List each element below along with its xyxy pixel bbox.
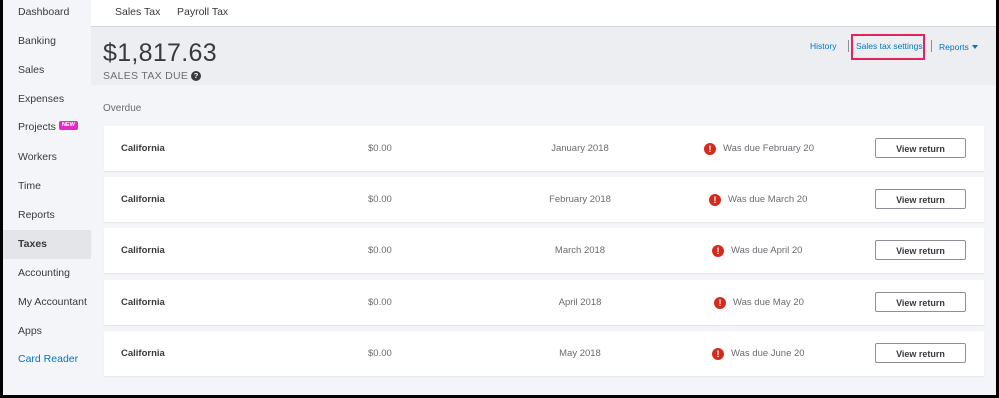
table-row: California $0.00 February 2018 ! Was due … xyxy=(104,177,984,222)
alert-icon: ! xyxy=(704,142,716,155)
sales-tax-due-label-row: SALES TAX DUE? xyxy=(103,70,202,82)
tab-sales-tax[interactable]: Sales Tax xyxy=(115,0,160,26)
alert-icon: ! xyxy=(714,296,726,309)
sidebar-item-label: Apps xyxy=(18,325,42,337)
sidebar-item-taxes[interactable]: Taxes xyxy=(3,230,91,259)
sidebar-item-label: Reports xyxy=(18,209,55,221)
sidebar-item-label: Banking xyxy=(18,35,56,47)
sales-tax-settings-link[interactable]: Sales tax settings xyxy=(856,41,923,51)
sidebar-item-label: Projects xyxy=(18,121,56,133)
sidebar-item-time[interactable]: Time xyxy=(3,172,91,201)
agency-name: California xyxy=(121,348,165,359)
alert-icon: ! xyxy=(709,193,721,206)
tax-period: February 2018 xyxy=(549,194,611,205)
link-divider xyxy=(931,40,932,52)
due-status: ! Was due April 20 xyxy=(712,228,802,273)
agency-name: California xyxy=(121,245,165,256)
app-window: Dashboard Banking Sales Expenses Project… xyxy=(3,0,996,395)
sidebar-item-label: Taxes xyxy=(18,238,47,250)
due-status-text: Was due May 20 xyxy=(733,297,804,308)
sidebar-item-projects[interactable]: Projects NEW xyxy=(3,113,91,142)
sidebar-item-workers[interactable]: Workers xyxy=(3,143,91,172)
amount-value: $0.00 xyxy=(368,194,392,205)
sidebar-item-label: Workers xyxy=(18,151,57,163)
sidebar-item-label: Time xyxy=(18,180,41,192)
due-status-text: Was due February 20 xyxy=(723,143,814,154)
tab-bar: Sales Tax Payroll Tax xyxy=(91,0,996,27)
tax-period: May 2018 xyxy=(559,348,601,359)
table-row: California $0.00 April 2018 ! Was due May… xyxy=(104,280,984,325)
sidebar-item-label: Card Reader xyxy=(18,353,79,365)
agency-name: California xyxy=(121,143,165,154)
sidebar-item-card-reader[interactable]: Card Reader xyxy=(3,345,91,374)
view-return-button[interactable]: View return xyxy=(875,189,966,209)
sidebar-item-my-accountant[interactable]: My Accountant xyxy=(3,288,91,317)
tab-payroll-tax[interactable]: Payroll Tax xyxy=(177,0,228,26)
view-return-button[interactable]: View return xyxy=(875,292,966,312)
due-status: ! Was due March 20 xyxy=(709,177,807,222)
sidebar-item-label: Accounting xyxy=(18,267,70,279)
due-status-text: Was due March 20 xyxy=(728,194,808,205)
sidebar-item-label: My Accountant xyxy=(18,296,87,308)
view-return-button[interactable]: View return xyxy=(875,343,966,363)
sales-tax-due-amount: $1,817.63 xyxy=(103,39,217,67)
alert-icon: ! xyxy=(712,244,724,257)
sidebar-item-apps[interactable]: Apps xyxy=(3,317,91,346)
amount-value: $0.00 xyxy=(368,297,392,308)
tax-period: April 2018 xyxy=(558,297,602,308)
reports-dropdown-label: Reports xyxy=(939,42,969,52)
sidebar-item-sales[interactable]: Sales xyxy=(3,56,91,85)
due-status: ! Was due June 20 xyxy=(712,331,805,376)
due-status-text: Was due April 20 xyxy=(731,245,803,256)
table-row: California $0.00 May 2018 ! Was due June … xyxy=(104,331,984,376)
due-status-text: Was due June 20 xyxy=(731,348,805,359)
sidebar-item-accounting[interactable]: Accounting xyxy=(3,259,91,288)
sales-tax-due-label: SALES TAX DUE xyxy=(103,70,189,82)
new-badge: NEW xyxy=(58,120,78,130)
table-row: California $0.00 January 2018 ! Was due F… xyxy=(104,126,984,171)
sidebar-item-label: Dashboard xyxy=(18,6,70,18)
sidebar-item-reports[interactable]: Reports xyxy=(3,201,91,230)
sales-tax-summary: $1,817.63 SALES TAX DUE? History Sales t… xyxy=(91,27,996,85)
link-divider xyxy=(848,40,849,52)
due-status: ! Was due February 20 xyxy=(704,126,814,171)
caret-down-icon xyxy=(971,45,978,49)
alert-icon: ! xyxy=(712,347,724,360)
sidebar-item-label: Expenses xyxy=(18,93,65,105)
tax-period: March 2018 xyxy=(554,245,606,256)
amount-value: $0.00 xyxy=(368,348,392,359)
tax-period: January 2018 xyxy=(551,143,609,154)
overdue-section-title: Overdue xyxy=(103,103,142,114)
sidebar-item-dashboard[interactable]: Dashboard xyxy=(3,0,91,27)
sidebar-item-label: Sales xyxy=(18,64,45,76)
help-icon[interactable]: ? xyxy=(191,71,202,81)
sidebar-item-banking[interactable]: Banking xyxy=(3,27,91,56)
reports-dropdown[interactable]: Reports xyxy=(939,42,978,52)
amount-value: $0.00 xyxy=(368,245,392,256)
history-link[interactable]: History xyxy=(810,41,836,51)
agency-name: California xyxy=(121,194,165,205)
sidebar-item-expenses[interactable]: Expenses xyxy=(3,85,91,114)
agency-name: California xyxy=(121,297,165,308)
view-return-button[interactable]: View return xyxy=(875,138,966,158)
due-status: ! Was due May 20 xyxy=(714,280,804,325)
sidebar: Dashboard Banking Sales Expenses Project… xyxy=(3,0,91,395)
view-return-button[interactable]: View return xyxy=(875,240,966,260)
amount-value: $0.00 xyxy=(368,143,392,154)
table-row: California $0.00 March 2018 ! Was due Apr… xyxy=(104,228,984,273)
